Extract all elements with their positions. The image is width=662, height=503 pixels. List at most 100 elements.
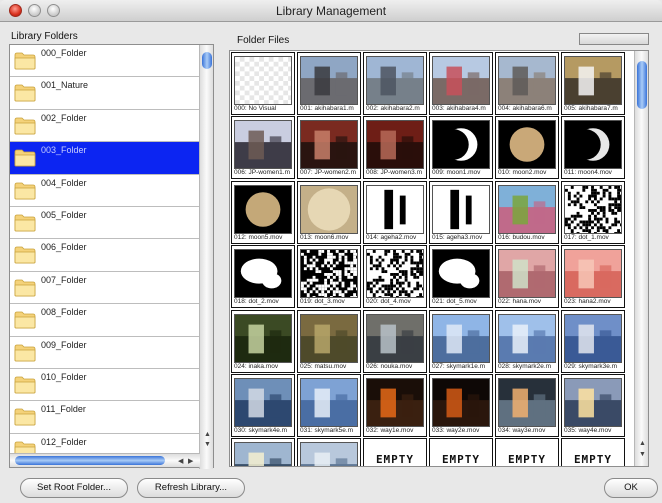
folder-item[interactable]: 010_Folder <box>10 369 200 402</box>
files-vertical-scroll-thumb[interactable] <box>637 61 647 109</box>
folder-item[interactable]: 012_Folder <box>10 434 200 455</box>
folder-item[interactable]: 000_Folder <box>10 45 200 78</box>
file-thumbnail-cell[interactable]: 007: JP-women2.m <box>297 116 361 180</box>
thumbnail-image <box>234 442 292 466</box>
folder-item[interactable]: 008_Folder <box>10 304 200 337</box>
file-thumbnail-cell[interactable]: 010: moon2.mov <box>495 116 559 180</box>
folder-name: 012_Folder <box>41 436 87 447</box>
folder-icon <box>14 408 36 426</box>
files-scroll-up-arrow-icon[interactable]: ▲ <box>639 440 646 447</box>
folder-item[interactable]: 007_Folder <box>10 272 200 305</box>
file-thumbnail-cell[interactable]: 031: skymark5e.m <box>297 374 361 437</box>
folder-item[interactable]: 001_Nature <box>10 77 200 110</box>
folder-name: 005_Folder <box>41 209 87 220</box>
file-thumbnail-cell[interactable]: 008: JP-women3.m <box>363 116 427 180</box>
folder-horizontal-scroll-thumb[interactable] <box>15 456 165 465</box>
folder-item[interactable]: 004_Folder <box>10 175 200 207</box>
folder-item[interactable]: 006_Folder <box>10 239 200 272</box>
file-thumbnail-cell[interactable]: 005: akihabara7.m <box>561 52 625 115</box>
files-scroll-down-arrow-icon[interactable]: ▼ <box>639 451 646 458</box>
file-thumbnail-cell[interactable]: 013: moon6.mov <box>297 180 361 244</box>
file-thumbnail-cell[interactable]: 016: budou.mov <box>495 180 559 244</box>
file-thumbnail-cell[interactable]: 012: moon5.mov <box>231 180 295 244</box>
thumbnail-image <box>564 249 622 299</box>
file-thumbnail-cell[interactable]: 029: skymark3e.m <box>561 309 625 373</box>
scroll-right-arrow-icon[interactable]: ▶ <box>188 457 193 465</box>
file-thumbnail-cell[interactable]: 035: way4e.mov <box>561 374 625 437</box>
ok-button[interactable]: OK <box>604 478 658 498</box>
folder-name: 007_Folder <box>41 274 87 285</box>
thumbnail-image <box>366 313 424 363</box>
folder-horizontal-scrollbar[interactable]: ◀ ▶ <box>10 453 200 467</box>
file-caption: 023: hana2.mov <box>564 298 611 306</box>
file-thumbnail-cell[interactable]: 017: dot_1.mov <box>561 180 625 244</box>
folder-item[interactable]: 003_Folder <box>10 142 200 175</box>
file-thumbnail-cell[interactable]: 015: ageha3.mov <box>429 180 493 244</box>
file-thumbnail-cell[interactable]: 004: akihabara6.m <box>495 52 559 115</box>
file-thumbnail-cell[interactable]: 025: matsu.mov <box>297 309 361 373</box>
folder-item[interactable]: 009_Folder <box>10 337 200 369</box>
file-thumbnail-cell[interactable] <box>297 438 361 466</box>
file-thumbnail-cell[interactable]: 014: ageha2.mov <box>363 180 427 244</box>
folder-item[interactable]: 002_Folder <box>10 110 200 143</box>
file-caption: 021: dot_5.mov <box>432 298 477 306</box>
file-thumbnail-cell[interactable] <box>231 438 295 466</box>
empty-slot[interactable]: EMPTY <box>561 438 625 466</box>
scroll-down-arrow-icon[interactable]: ▼ <box>204 441 211 448</box>
folder-name: 001_Nature <box>41 80 89 91</box>
file-thumbnail-cell[interactable]: 023: hana2.mov <box>561 245 625 309</box>
file-thumbnail-cell[interactable]: 009: moon1.mov <box>429 116 493 180</box>
file-thumbnail-cell[interactable]: 006: JP-women1.m <box>231 116 295 180</box>
folder-name: 010_Folder <box>41 371 87 382</box>
folder-vertical-scrollbar[interactable]: ▲ ▼ <box>199 45 213 469</box>
file-thumbnail-cell[interactable]: 034: way3e.mov <box>495 374 559 437</box>
file-thumbnail-cell[interactable]: 024: inaka.mov <box>231 309 295 373</box>
file-thumbnail-cell[interactable]: 019: dot_3.mov <box>297 245 361 309</box>
thumbnail-image <box>366 184 424 234</box>
file-thumbnail-cell[interactable]: 026: nouka.mov <box>363 309 427 373</box>
file-thumbnail-cell[interactable]: 027: skymark1e.m <box>429 309 493 373</box>
file-thumbnail-cell[interactable]: 001: akihabara1.m <box>297 52 361 115</box>
scroll-left-arrow-icon[interactable]: ◀ <box>178 457 183 465</box>
folder-item[interactable]: 011_Folder <box>10 401 200 434</box>
thumbnail-image <box>564 120 622 170</box>
files-vertical-scrollbar[interactable]: ▲ ▼ <box>634 51 648 466</box>
file-thumbnail-cell[interactable]: 033: way2e.mov <box>429 374 493 437</box>
file-thumbnail-cell[interactable]: 028: skymark2e.m <box>495 309 559 373</box>
file-thumbnail-cell[interactable]: 003: akihabara4.m <box>429 52 493 115</box>
scroll-up-arrow-icon[interactable]: ▲ <box>204 431 211 438</box>
file-thumbnail-cell[interactable]: 000: No Visual <box>231 52 295 115</box>
thumbnail-image <box>432 56 490 105</box>
folder-icon <box>14 246 36 264</box>
set-root-folder-button[interactable]: Set Root Folder... <box>20 478 128 498</box>
folder-vertical-scroll-thumb[interactable] <box>202 52 212 69</box>
file-caption: 000: No Visual <box>234 105 277 112</box>
folder-item[interactable]: 005_Folder <box>10 207 200 240</box>
thumbnail-image <box>498 313 556 363</box>
window-title: Library Management <box>275 4 387 18</box>
thumbnail-image <box>366 378 424 427</box>
file-thumbnail-cell[interactable]: 030: skymark4e.m <box>231 374 295 437</box>
file-thumbnail-cell[interactable]: 018: dot_2.mov <box>231 245 295 309</box>
thumbnail-image <box>300 56 358 105</box>
file-thumbnail-cell[interactable]: 032: way1e.mov <box>363 374 427 437</box>
file-thumbnail-cell[interactable]: 011: moon4.mov <box>561 116 625 180</box>
thumbnail-image <box>564 184 622 234</box>
thumbnail-image <box>366 249 424 299</box>
file-thumbnail-cell[interactable]: 002: akihabara2.m <box>363 52 427 115</box>
file-thumbnail-cell[interactable]: 021: dot_5.mov <box>429 245 493 309</box>
title-bar[interactable]: Library Management <box>0 0 662 22</box>
progress-bar <box>579 33 649 45</box>
file-caption: 022: hana.mov <box>498 298 542 306</box>
empty-slot[interactable]: EMPTY <box>495 438 559 466</box>
file-caption: 035: way4e.mov <box>564 427 612 434</box>
refresh-library-button[interactable]: Refresh Library... <box>137 478 245 498</box>
file-thumbnail-cell[interactable]: 020: dot_4.mov <box>363 245 427 309</box>
thumbnail-image <box>300 442 358 466</box>
file-caption: 018: dot_2.mov <box>234 298 279 306</box>
empty-slot[interactable]: EMPTY <box>363 438 427 466</box>
thumbnail-image <box>300 249 358 299</box>
empty-slot[interactable]: EMPTY <box>429 438 493 466</box>
file-thumbnail-cell[interactable]: 022: hana.mov <box>495 245 559 309</box>
thumbnail-image <box>564 313 622 363</box>
